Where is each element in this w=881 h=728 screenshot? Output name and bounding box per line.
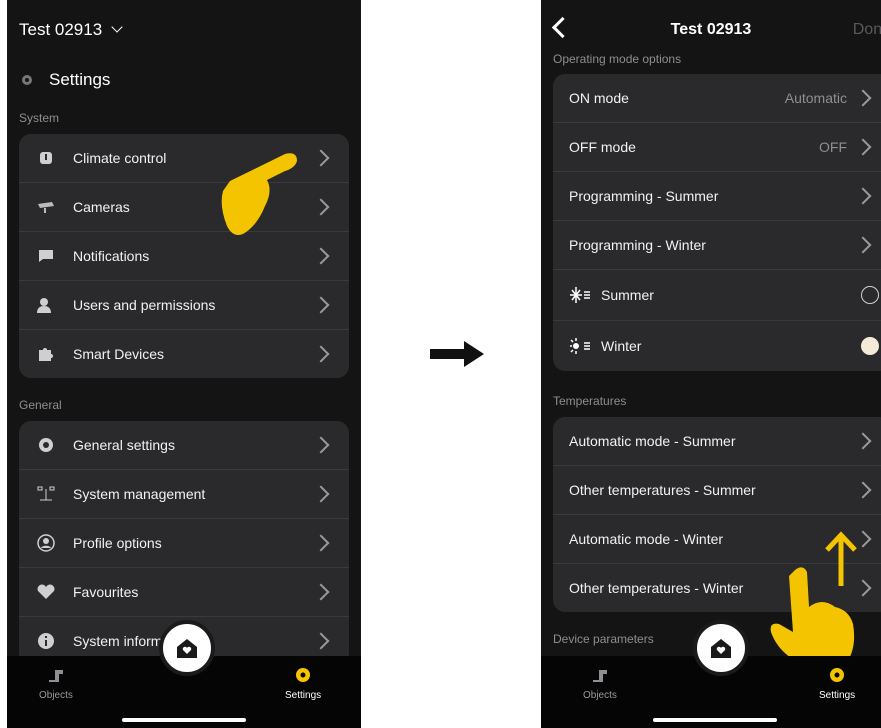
chevron-right-icon <box>312 345 330 363</box>
off-mode-item[interactable]: OFF mode OFF <box>553 123 881 172</box>
chevron-right-icon <box>312 436 330 454</box>
item-label: Automatic mode - Summer <box>569 433 736 449</box>
home-heart-icon <box>177 639 197 658</box>
automatic-mode-summer-item[interactable]: Automatic mode - Summer <box>553 417 881 466</box>
network-icon <box>35 483 57 505</box>
chevron-right-icon <box>312 149 330 167</box>
objects-icon <box>592 670 607 682</box>
camera-icon <box>35 196 57 218</box>
item-label: Users and permissions <box>73 297 216 313</box>
page-title: Test 02913 <box>670 21 752 38</box>
item-label: ON mode <box>569 90 629 106</box>
chevron-right-icon <box>854 187 872 205</box>
on-mode-item[interactable]: ON mode Automatic <box>553 74 881 123</box>
chevron-right-icon <box>312 485 330 503</box>
swipe-hand-icon <box>770 567 855 662</box>
temperatures-section-label: Temperatures <box>553 394 627 408</box>
gear-icon <box>22 75 32 85</box>
gear-icon <box>830 668 845 682</box>
settings-header: Settings <box>19 70 110 90</box>
done-button[interactable]: Done <box>853 21 881 39</box>
tab-settings[interactable]: Settings <box>285 666 321 701</box>
installation-selector[interactable]: Test 02913 <box>19 20 123 40</box>
chevron-right-icon <box>312 583 330 601</box>
item-label: Notifications <box>73 248 150 264</box>
home-indicator <box>653 718 777 722</box>
tab-objects[interactable]: Objects <box>39 666 73 701</box>
chevron-right-icon <box>312 247 330 265</box>
tab-label: Objects <box>583 690 617 701</box>
tap-hand-icon <box>221 153 297 235</box>
general-section-label: General <box>19 398 62 412</box>
operating-card: ON mode Automatic OFF mode OFF Programmi… <box>553 74 881 371</box>
users-icon <box>35 294 57 316</box>
sun-icon <box>569 335 591 357</box>
chat-bubble-icon <box>35 245 57 267</box>
tab-objects[interactable]: Objects <box>583 666 617 701</box>
item-label: Smart Devices <box>73 346 165 362</box>
thermometer-icon <box>35 147 57 169</box>
chevron-right-icon <box>854 89 872 107</box>
item-value: Automatic <box>784 90 847 106</box>
item-label: Summer <box>601 287 654 303</box>
snowflake-icon <box>569 284 591 306</box>
profile-options-item[interactable]: Profile options <box>19 519 349 568</box>
programming-summer-item[interactable]: Programming - Summer <box>553 172 881 221</box>
tab-label: Objects <box>39 690 73 701</box>
profile-icon <box>35 532 57 554</box>
device-parameters-section-label: Device parameters <box>553 632 654 646</box>
item-label: OFF mode <box>569 139 636 155</box>
info-icon <box>35 630 57 652</box>
item-label: General settings <box>73 437 175 453</box>
objects-icon <box>48 670 63 682</box>
page-title: Settings <box>49 70 111 89</box>
home-button[interactable] <box>159 620 215 676</box>
installation-title: Test 02913 <box>19 20 103 39</box>
system-management-item[interactable]: System management <box>19 470 349 519</box>
tab-settings[interactable]: Settings <box>819 666 855 701</box>
operating-section-label: Operating mode options <box>553 52 682 66</box>
chevron-right-icon <box>312 534 330 552</box>
heart-icon <box>35 581 57 603</box>
item-label: Favourites <box>73 584 139 600</box>
winter-radio-item[interactable]: Winter <box>553 321 881 371</box>
tab-label: Settings <box>285 690 322 701</box>
summer-radio-item[interactable]: Summer <box>553 270 881 321</box>
programming-winter-item[interactable]: Programming - Winter <box>553 221 881 270</box>
home-indicator <box>122 718 246 722</box>
item-label: System management <box>73 486 206 502</box>
climate-control-screen: Test 02913 Done Operating mode options O… <box>541 0 881 728</box>
chevron-right-icon <box>312 632 330 650</box>
system-section-label: System <box>19 111 60 125</box>
chevron-right-icon <box>854 236 872 254</box>
users-permissions-item[interactable]: Users and permissions <box>19 281 349 330</box>
puzzle-icon <box>35 343 57 365</box>
home-heart-icon <box>711 639 731 658</box>
item-label: Other temperatures - Summer <box>569 482 756 498</box>
settings-screen: Test 02913 Settings System Climate contr… <box>7 0 361 728</box>
radio-button-selected[interactable] <box>861 337 879 355</box>
gear-icon <box>296 668 311 682</box>
gear-icon <box>35 434 57 456</box>
item-label: Programming - Summer <box>569 188 719 204</box>
item-label: Automatic mode - Winter <box>569 531 724 547</box>
item-label: Programming - Winter <box>569 237 706 253</box>
other-temperatures-summer-item[interactable]: Other temperatures - Summer <box>553 466 881 515</box>
chevron-right-icon <box>854 481 872 499</box>
arrow-right-icon <box>430 341 484 367</box>
chevron-right-icon <box>312 198 330 216</box>
item-value: OFF <box>819 139 847 155</box>
chevron-right-icon <box>312 296 330 314</box>
home-button[interactable] <box>693 620 749 676</box>
item-label: Winter <box>601 338 642 354</box>
favourites-item[interactable]: Favourites <box>19 568 349 617</box>
chevron-right-icon <box>854 138 872 156</box>
radio-button[interactable] <box>861 286 879 304</box>
general-settings-item[interactable]: General settings <box>19 421 349 470</box>
tab-label: Settings <box>819 690 856 701</box>
chevron-down-icon <box>111 21 123 33</box>
chevron-right-icon <box>854 432 872 450</box>
item-label: Profile options <box>73 535 162 551</box>
smart-devices-item[interactable]: Smart Devices <box>19 330 349 378</box>
